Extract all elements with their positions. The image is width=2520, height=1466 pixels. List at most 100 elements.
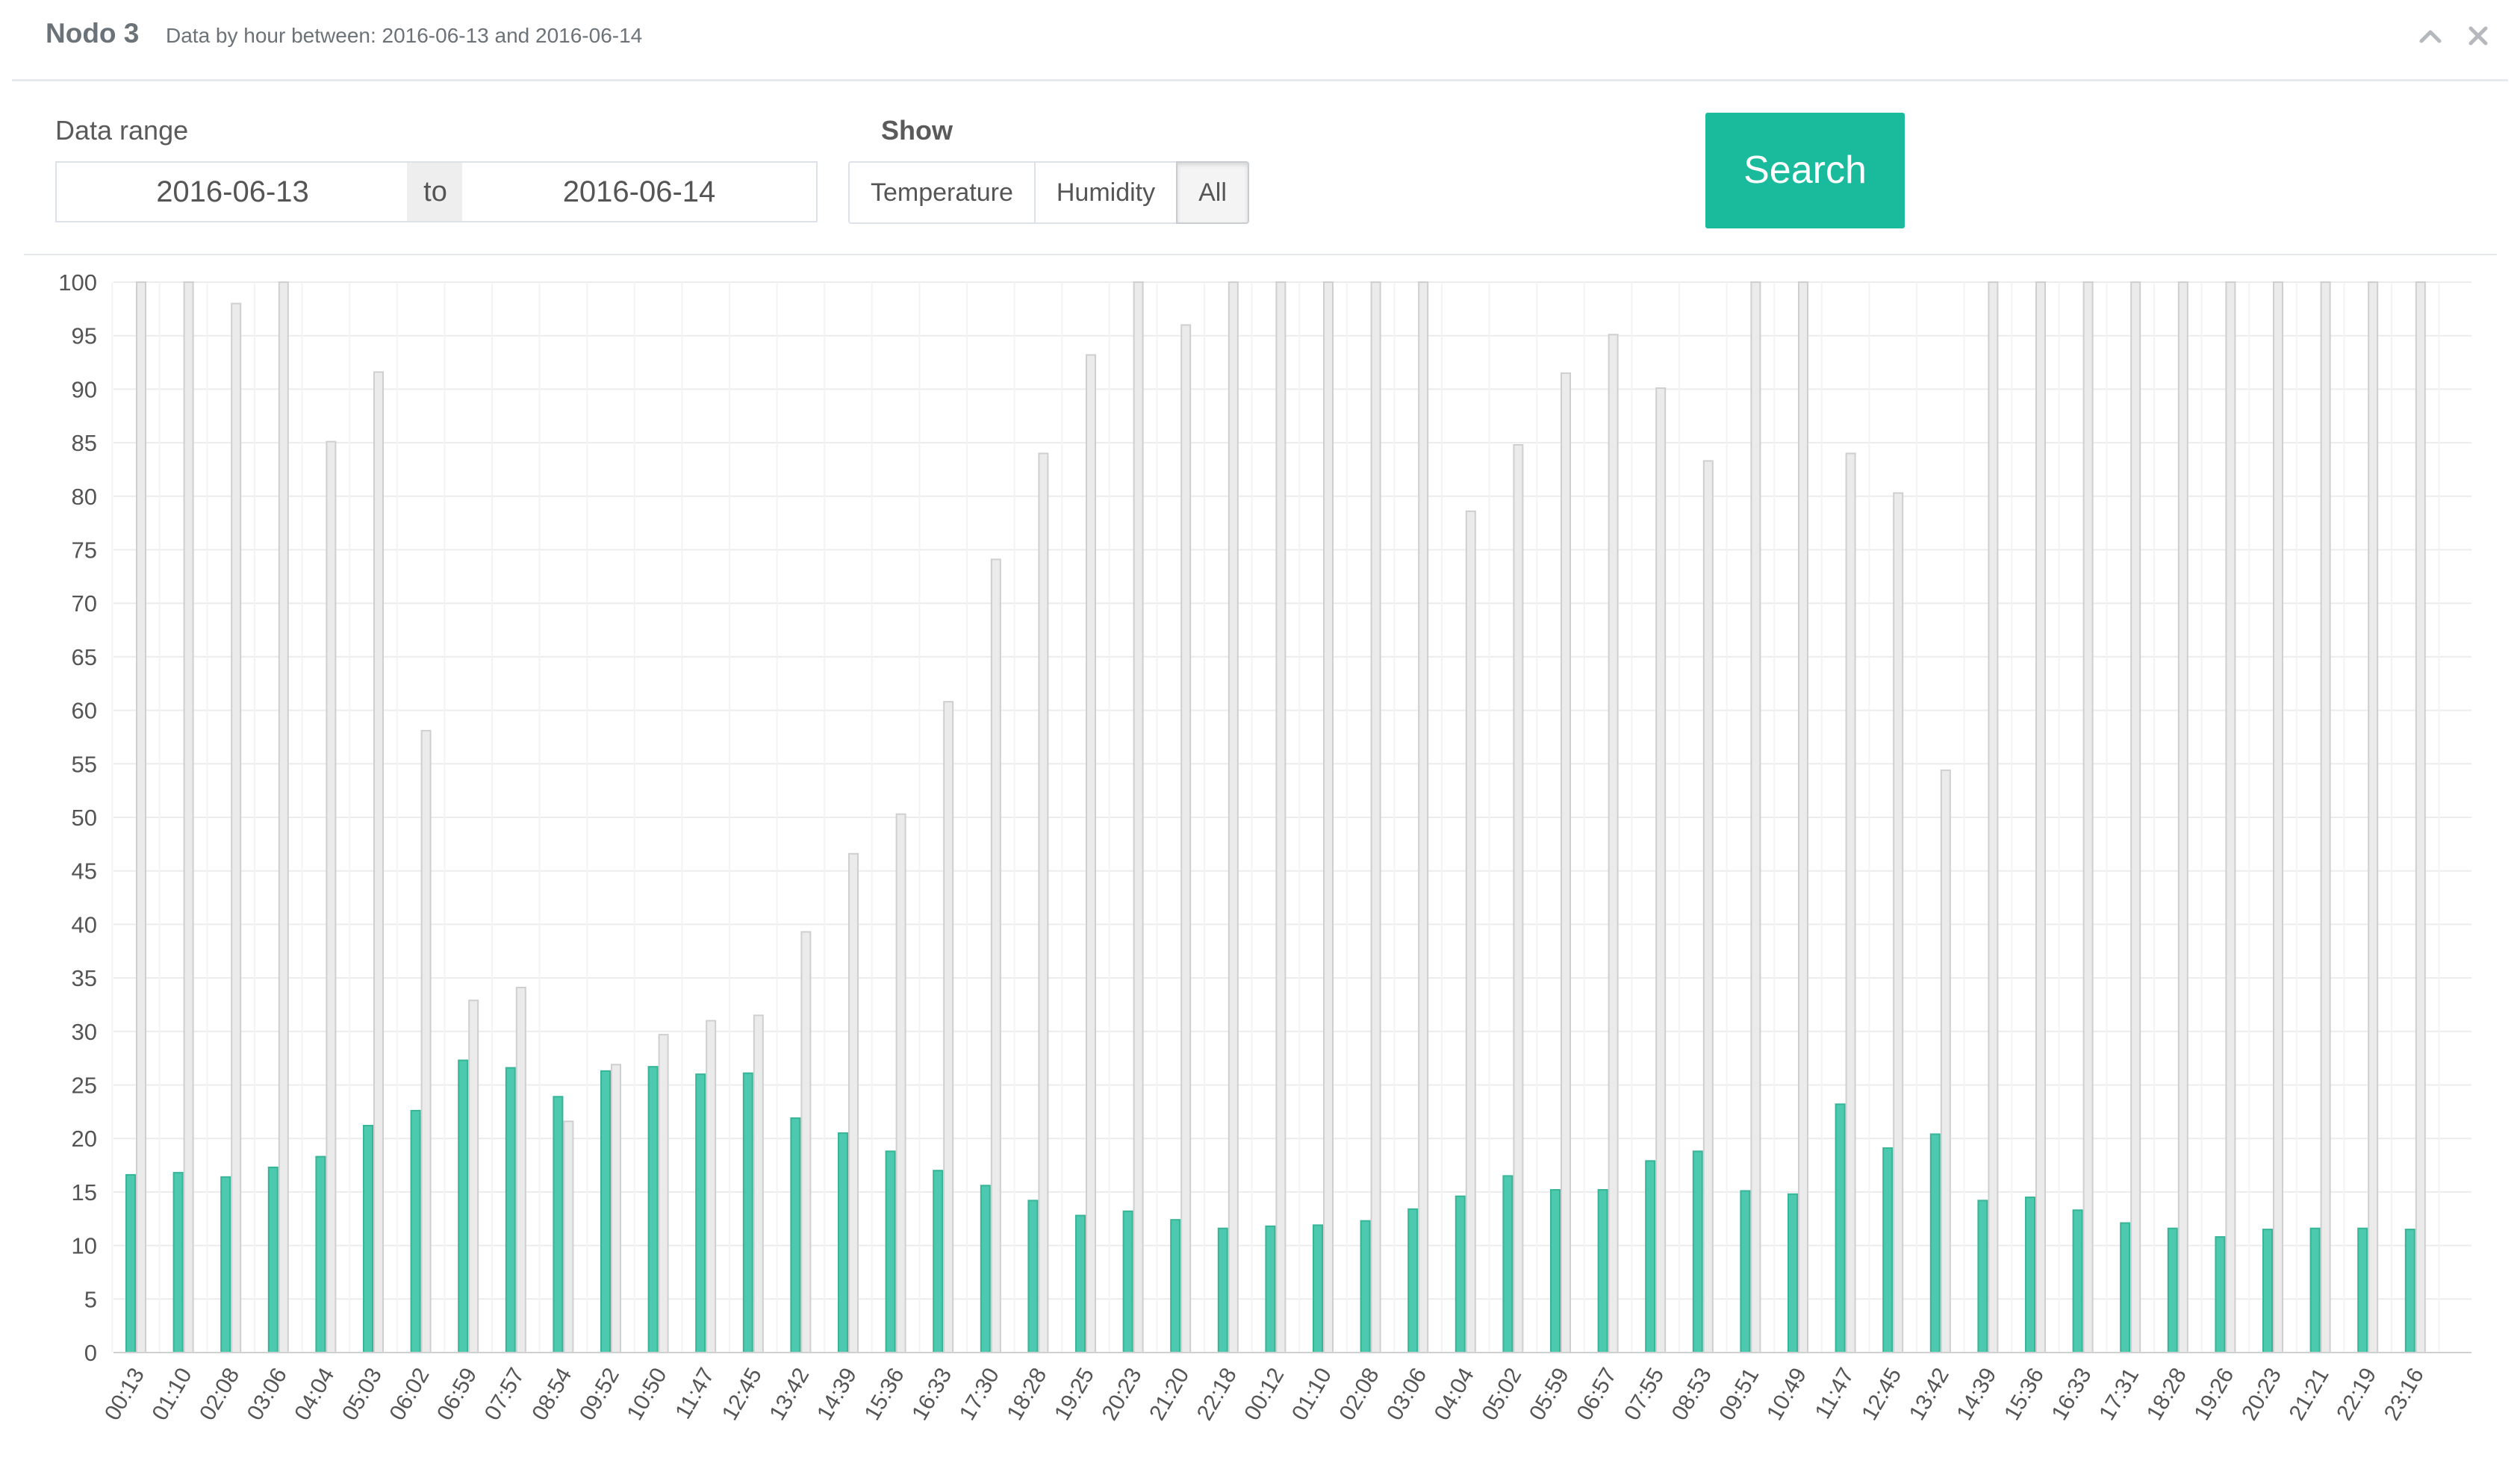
humidity-bar: [2320, 281, 2331, 1353]
y-tick-label: 40: [72, 911, 97, 938]
temperature-bar: [647, 1066, 659, 1353]
temperature-bar: [1122, 1210, 1133, 1354]
humidity-bar: [943, 701, 954, 1353]
humidity-bar: [231, 302, 242, 1353]
humidity-bar: [468, 999, 479, 1353]
temperature-bar: [1265, 1225, 1276, 1353]
x-tick-label: 19:25: [1050, 1364, 1099, 1425]
humidity-bar: [1418, 281, 1429, 1353]
humidity-bar: [2415, 281, 2426, 1353]
humidity-bar: [800, 931, 812, 1353]
temperature-bar: [553, 1096, 564, 1354]
temperature-bar: [315, 1155, 326, 1353]
x-tick-label: 17:31: [2094, 1364, 2144, 1425]
x-tick-label: 18:28: [1002, 1364, 1051, 1425]
x-tick-label: 07:55: [1620, 1364, 1669, 1425]
humidity-bar: [1180, 324, 1192, 1353]
temperature-bar: [1645, 1160, 1656, 1353]
temperature-bar: [1597, 1189, 1608, 1353]
x-tick-label: 16:33: [2047, 1364, 2097, 1425]
humidity-bar: [420, 729, 432, 1353]
humidity-bar: [1513, 443, 1524, 1353]
x-tick-label: 07:57: [480, 1364, 529, 1425]
x-tick-label: 15:36: [2000, 1364, 2049, 1425]
temperature-bar: [172, 1172, 184, 1354]
humidity-bar: [563, 1120, 574, 1353]
x-tick-label: 21:21: [2285, 1364, 2334, 1425]
humidity-bar: [1702, 460, 1714, 1353]
x-tick-label: 01:10: [148, 1364, 197, 1425]
x-tick-label: 11:47: [671, 1364, 719, 1423]
y-tick-label: 60: [72, 698, 97, 724]
humidity-bar: [1988, 281, 1999, 1353]
humidity-bar: [2082, 281, 2094, 1353]
x-tick-label: 02:08: [195, 1364, 244, 1425]
humidity-bar: [373, 371, 384, 1353]
x-tick-label: 16:33: [907, 1364, 956, 1425]
humidity-bar: [1608, 334, 1619, 1353]
x-tick-label: 13:42: [765, 1364, 814, 1425]
humidity-bar: [2368, 281, 2379, 1353]
x-tick-label: 12:45: [718, 1364, 767, 1425]
temperature-bar: [933, 1170, 944, 1353]
x-tick-label: 00:12: [1239, 1364, 1289, 1425]
x-tick-label: 04:04: [290, 1364, 339, 1425]
temperature-bar: [1550, 1189, 1561, 1353]
temperature-bar: [1929, 1133, 1941, 1353]
humidity-bar: [1275, 281, 1287, 1353]
bar-chart: 0 5 10 15 20 25 30 35 40 45 50 55 60 65 70 75 80 85 90 95 10…: [58, 269, 2471, 1425]
humidity-bar: [1086, 354, 1096, 1354]
temperature-bar: [742, 1072, 753, 1353]
temperature-bar: [2072, 1209, 2083, 1353]
temperature-bar: [2357, 1227, 2368, 1353]
temperature-bar: [695, 1073, 706, 1354]
temperature-bar: [363, 1124, 373, 1353]
humidity-bar: [1845, 452, 1856, 1354]
x-tick-label: 22:19: [2332, 1364, 2381, 1425]
x-tick-label: 08:54: [527, 1364, 576, 1425]
y-tick-label: 20: [72, 1126, 97, 1152]
humidity-bar: [1561, 372, 1571, 1353]
temperature-bar: [1502, 1175, 1513, 1354]
x-tick-label: 06:02: [385, 1364, 435, 1425]
x-tick-label: 10:49: [1762, 1364, 1811, 1425]
y-tick-label: 95: [72, 323, 97, 349]
x-tick-label: 04:04: [1430, 1364, 1479, 1425]
humidity-bar: [1038, 452, 1049, 1354]
temperature-bar: [1692, 1150, 1703, 1353]
x-tick-label: 18:28: [2142, 1364, 2191, 1425]
humidity-bar: [278, 281, 289, 1353]
x-tick-label: 05:03: [337, 1364, 387, 1425]
temperature-bar: [1313, 1224, 1323, 1353]
x-tick-label: 10:50: [623, 1364, 672, 1425]
temperature-bar: [267, 1166, 279, 1353]
humidity-bar: [136, 281, 146, 1353]
x-tick-label: 00:13: [100, 1364, 149, 1425]
x-tick-label: 23:16: [2380, 1364, 2429, 1425]
temperature-bar: [410, 1109, 421, 1354]
temperature-bar: [1788, 1193, 1798, 1353]
temperature-bar: [885, 1150, 896, 1353]
temperature-bar: [1455, 1195, 1466, 1353]
x-tick-label: 06:57: [1572, 1364, 1622, 1425]
temperature-bar: [1407, 1208, 1419, 1353]
humidity-bar: [2177, 281, 2188, 1353]
chart-panel: Nodo 3 Data by hour between: 2016-06-13 …: [0, 0, 2520, 1466]
y-tick-label: 75: [72, 537, 97, 564]
temperature-bar: [125, 1173, 136, 1354]
humidity-bar: [1655, 387, 1667, 1354]
x-tick-label: 03:06: [243, 1364, 292, 1425]
temperature-bar: [1740, 1190, 1751, 1353]
temperature-bar: [458, 1059, 469, 1353]
temperature-bar: [2167, 1227, 2178, 1353]
y-tick-label: 50: [72, 805, 97, 831]
temperature-bar: [838, 1132, 848, 1354]
y-tick-label: 5: [84, 1286, 97, 1312]
x-tick-label: 22:18: [1192, 1364, 1242, 1425]
x-tick-label: 03:06: [1382, 1364, 1431, 1425]
x-tick-label: 02:08: [1335, 1364, 1384, 1425]
y-tick-label: 30: [72, 1019, 97, 1045]
temperature-bar: [2404, 1229, 2415, 1353]
humidity-bar: [2035, 281, 2046, 1353]
humidity-bar: [1370, 281, 1381, 1353]
